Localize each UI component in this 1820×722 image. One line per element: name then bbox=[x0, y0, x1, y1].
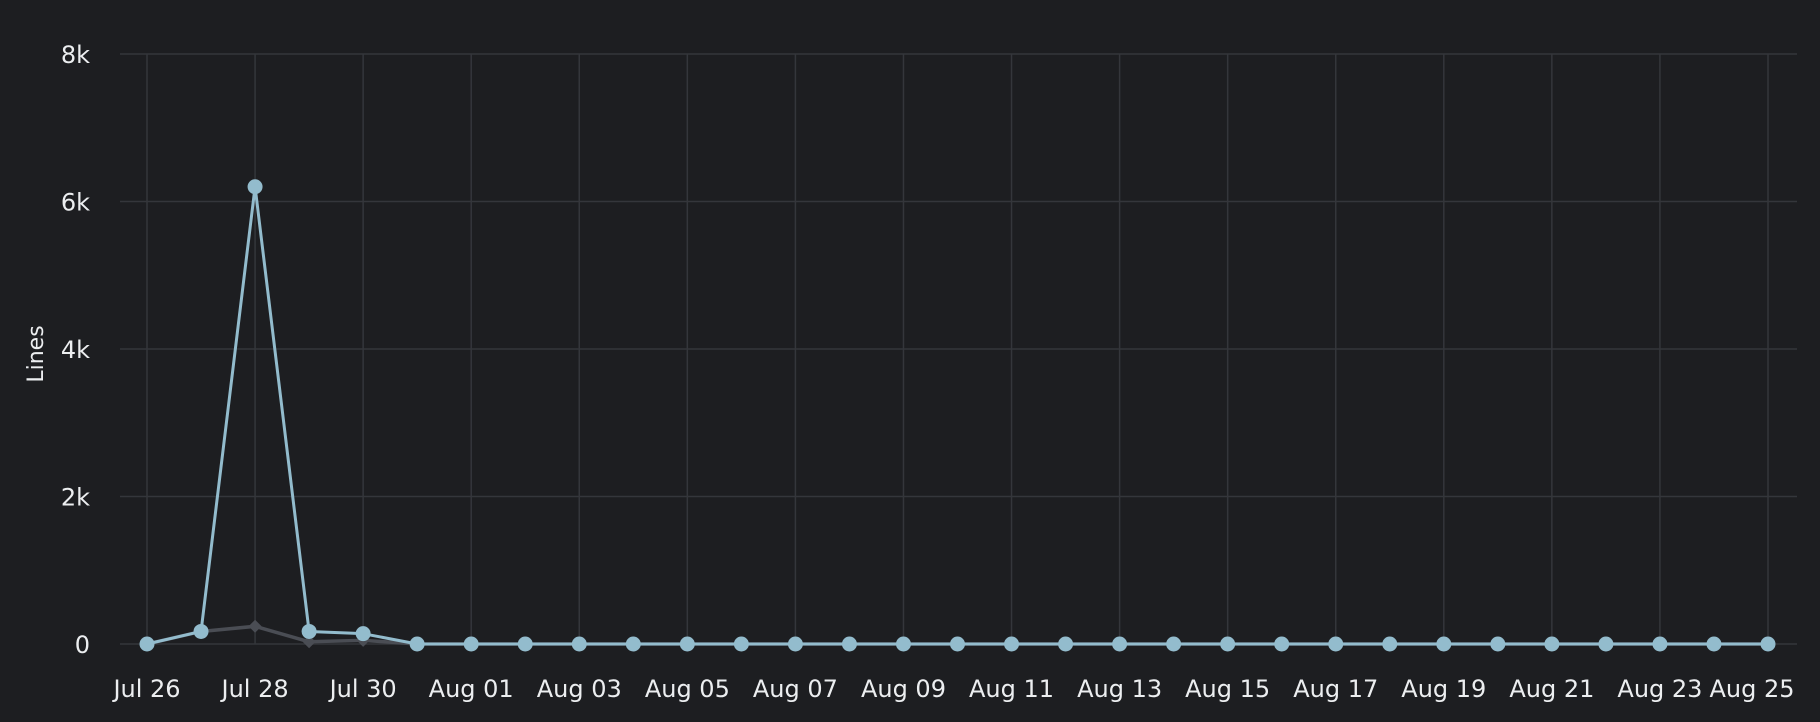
data-point[interactable] bbox=[895, 636, 911, 652]
data-point[interactable] bbox=[139, 636, 155, 652]
data-point[interactable] bbox=[1706, 636, 1722, 652]
data-point[interactable] bbox=[1760, 636, 1776, 652]
data-point[interactable] bbox=[409, 636, 425, 652]
axes: Lines 0 2k 4k 6k 8k Jul 26 Jul 28 Jul 30 Aug 01 A… bbox=[24, 41, 1795, 703]
data-point[interactable] bbox=[1544, 636, 1560, 652]
x-tick-label: Aug 09 bbox=[861, 675, 946, 703]
x-tick-label: Aug 03 bbox=[537, 675, 622, 703]
x-tick-label: Aug 07 bbox=[753, 675, 838, 703]
y-axis-title: Lines bbox=[24, 325, 49, 382]
data-point[interactable] bbox=[301, 623, 317, 639]
data-point[interactable] bbox=[1436, 636, 1452, 652]
x-tick-label: Jul 28 bbox=[220, 675, 289, 703]
x-tick-label: Aug 25 bbox=[1709, 675, 1794, 703]
y-tick-label: 2k bbox=[61, 484, 90, 512]
x-tick-label: Aug 19 bbox=[1401, 675, 1486, 703]
series-line bbox=[145, 185, 1770, 646]
x-tick-label: Aug 17 bbox=[1293, 675, 1378, 703]
data-point[interactable] bbox=[679, 636, 695, 652]
data-point[interactable] bbox=[1328, 636, 1344, 652]
data-point[interactable] bbox=[1652, 636, 1668, 652]
series-layer bbox=[139, 179, 1776, 652]
x-tick-label: Aug 01 bbox=[429, 675, 514, 703]
data-point[interactable] bbox=[355, 626, 371, 642]
data-point[interactable] bbox=[787, 636, 803, 652]
y-tick-label: 6k bbox=[61, 189, 90, 217]
data-point[interactable] bbox=[733, 636, 749, 652]
data-point[interactable] bbox=[625, 636, 641, 652]
data-point[interactable] bbox=[1274, 636, 1290, 652]
x-tick-label: Aug 13 bbox=[1077, 675, 1162, 703]
y-tick-label: 0 bbox=[75, 631, 90, 659]
line-chart: Lines 0 2k 4k 6k 8k Jul 26 Jul 28 Jul 30 Aug 01 A… bbox=[0, 0, 1820, 722]
data-point[interactable] bbox=[1598, 636, 1614, 652]
y-tick-label: 8k bbox=[61, 41, 90, 69]
x-tick-label: Aug 21 bbox=[1509, 675, 1594, 703]
data-point[interactable] bbox=[1166, 636, 1182, 652]
data-point[interactable] bbox=[1112, 636, 1128, 652]
series-group bbox=[139, 179, 1776, 652]
x-tick-label: Aug 23 bbox=[1617, 675, 1702, 703]
y-tick-label: 4k bbox=[61, 336, 90, 364]
data-point[interactable] bbox=[1382, 636, 1398, 652]
data-point[interactable] bbox=[463, 636, 479, 652]
data-point[interactable] bbox=[1490, 636, 1506, 652]
data-point[interactable] bbox=[247, 179, 263, 195]
data-point[interactable] bbox=[950, 636, 965, 652]
data-point[interactable] bbox=[193, 623, 209, 639]
x-tick-label: Aug 11 bbox=[969, 675, 1054, 703]
data-point[interactable] bbox=[248, 619, 262, 633]
x-tick-label: Jul 26 bbox=[111, 675, 180, 703]
data-point[interactable] bbox=[1058, 636, 1074, 652]
data-point[interactable] bbox=[1004, 636, 1020, 652]
grid bbox=[120, 53, 1797, 645]
data-point[interactable] bbox=[571, 636, 587, 652]
x-tick-label: Jul 30 bbox=[328, 675, 397, 703]
chart-svg: Lines 0 2k 4k 6k 8k Jul 26 Jul 28 Jul 30 Aug 01 A… bbox=[24, 41, 1797, 703]
x-tick-label: Aug 15 bbox=[1185, 675, 1270, 703]
data-point[interactable] bbox=[517, 636, 533, 652]
data-point[interactable] bbox=[841, 636, 857, 652]
x-tick-label: Aug 05 bbox=[645, 675, 730, 703]
data-point[interactable] bbox=[1220, 636, 1236, 652]
